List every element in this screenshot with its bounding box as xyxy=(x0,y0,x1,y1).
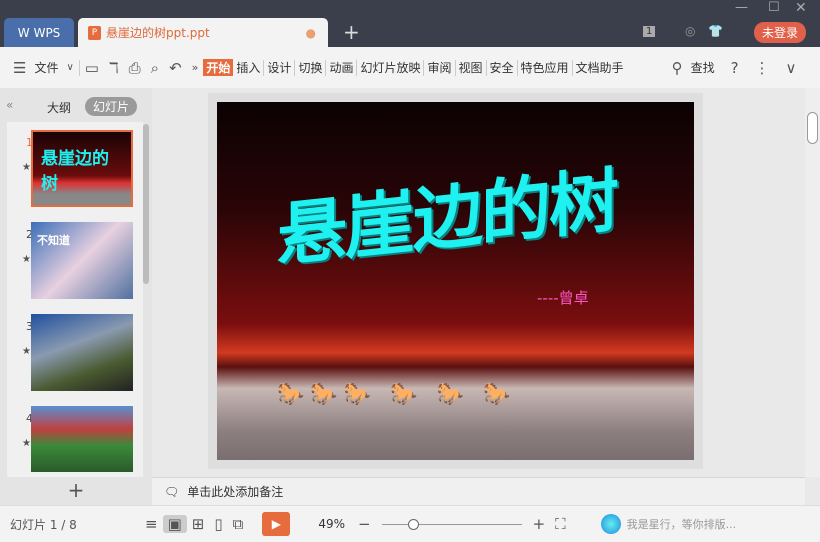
skin-icon[interactable]: ◎ xyxy=(685,24,695,38)
print-preview-icon[interactable]: ⌕ xyxy=(146,59,164,77)
search-button[interactable]: 查找 xyxy=(688,59,718,76)
thumbnail-list: 1 ★ 悬崖边的树 2 ★ 不知道 3 ★ 4 ★ xyxy=(7,122,143,477)
minimize-button[interactable]: — xyxy=(735,0,748,15)
presenter-icon[interactable]: ⧉ xyxy=(228,515,249,533)
tab-features[interactable]: 特色应用 xyxy=(518,59,572,76)
tab-doc-assistant[interactable]: 文档助手 xyxy=(573,59,627,76)
search-icon[interactable]: ⚲ xyxy=(667,59,688,77)
slide-sorter-icon[interactable]: ⊞ xyxy=(187,515,210,533)
tab-view[interactable]: 视图 xyxy=(456,59,486,76)
zoom-slider-handle[interactable] xyxy=(407,518,419,530)
zoom-in-button[interactable]: + xyxy=(528,515,551,533)
ribbon-toolbar: ☰ 文件 ∨ ▭ ℸ ⎙ ⌕ ↶ » 开始 插入 设计 切换 动画 幻灯片放映 审… xyxy=(0,47,820,88)
tab-home[interactable]: 开始 xyxy=(203,59,234,76)
window-count-badge[interactable]: 1 xyxy=(643,26,656,37)
star-icon: ★ xyxy=(22,438,31,449)
close-button[interactable]: ✕ xyxy=(795,0,807,16)
wps-home-tab[interactable]: W WPS xyxy=(4,18,74,47)
tab-design[interactable]: 设计 xyxy=(264,59,294,76)
zoom-slider[interactable] xyxy=(381,518,522,530)
new-tab-button[interactable]: + xyxy=(343,20,360,44)
panel-scrollbar[interactable] xyxy=(143,124,149,284)
menu-icon[interactable]: ☰ xyxy=(8,59,31,77)
maximize-button[interactable]: ☐ xyxy=(768,0,780,15)
slide-title[interactable]: 悬崖边的树 xyxy=(277,144,617,281)
star-icon: ★ xyxy=(22,162,31,173)
slide-thumbnail[interactable]: 不知道 xyxy=(31,222,133,299)
tab-transition[interactable]: 切换 xyxy=(295,59,325,76)
tab-insert[interactable]: 插入 xyxy=(233,59,263,76)
undo-icon[interactable]: ↶ xyxy=(164,59,187,77)
zoom-level[interactable]: 49% xyxy=(318,517,345,531)
notes-toggle-icon[interactable]: ≡ xyxy=(140,515,163,533)
collapse-ribbon-icon[interactable]: ∨ xyxy=(781,59,802,77)
assistant-icon[interactable] xyxy=(600,514,621,534)
scroll-thumb[interactable] xyxy=(807,112,818,144)
tab-slides[interactable]: 幻灯片 xyxy=(85,97,138,116)
notes-placeholder[interactable]: 单击此处添加备注 xyxy=(187,483,283,500)
help-button[interactable]: ? xyxy=(726,59,744,77)
tab-outline[interactable]: 大纲 xyxy=(47,99,71,116)
play-slideshow-button[interactable]: ▶ xyxy=(262,512,291,536)
more-icon[interactable]: » xyxy=(187,61,204,74)
slide-thumbnail[interactable]: 悬崖边的树 xyxy=(31,130,133,207)
slide-thumbnail[interactable] xyxy=(31,314,133,391)
document-tab[interactable]: P 悬崖边的树ppt.ppt ● xyxy=(78,18,328,47)
wps-logo-icon: W xyxy=(17,25,30,40)
normal-view-icon[interactable]: ▣ xyxy=(162,515,187,533)
star-icon: ★ xyxy=(22,254,31,265)
wps-label: WPS xyxy=(33,25,61,40)
slide-canvas[interactable]: 悬崖边的树 ----曾卓 🐎🐎🐎 🐎 🐎 🐎 xyxy=(217,102,694,460)
slide-panel: « 大纲 幻灯片 1 ★ 悬崖边的树 2 ★ 不知道 3 ★ 4 ★ xyxy=(0,88,152,477)
tab-animation[interactable]: 动画 xyxy=(326,59,356,76)
format-painter-icon[interactable]: ℸ xyxy=(104,59,124,77)
chevron-down-icon[interactable]: ∨ xyxy=(61,62,78,73)
file-menu[interactable]: 文件 xyxy=(31,59,61,76)
fit-window-icon[interactable]: ⛶ xyxy=(550,515,571,533)
shirt-icon[interactable]: 👕 xyxy=(708,24,723,38)
tab-security[interactable]: 安全 xyxy=(487,59,517,76)
horses-image: 🐎🐎🐎 🐎 🐎 🐎 xyxy=(277,382,517,407)
ppt-file-icon: P xyxy=(88,25,101,40)
login-button[interactable]: 未登录 xyxy=(754,22,807,43)
unsaved-dot-icon: ● xyxy=(305,25,316,40)
collapse-panel-icon[interactable]: « xyxy=(6,98,13,112)
document-tab-label: 悬崖边的树ppt.ppt xyxy=(106,26,210,40)
assistant-message[interactable]: 我是星行，等你排版... xyxy=(627,516,737,532)
tab-review[interactable]: 审阅 xyxy=(424,59,454,76)
zoom-out-button[interactable]: − xyxy=(353,515,376,533)
tab-slideshow[interactable]: 幻灯片放映 xyxy=(357,59,423,76)
title-bar: W WPS P 悬崖边的树ppt.ppt ● + — ☐ ✕ 1 ◎ 👕 未登录 xyxy=(0,0,820,47)
slide-thumbnail[interactable] xyxy=(31,406,133,472)
notes-bar[interactable]: 🗨 单击此处添加备注 xyxy=(152,477,805,505)
status-bar: 幻灯片 1 / 8 ≡ ▣ ⊞ ▯ ⧉ ▶ 49% − + ⛶ 我是星行，等你排… xyxy=(0,505,820,542)
slide-counter: 幻灯片 1 / 8 xyxy=(10,517,77,532)
print-icon[interactable]: ⎙ xyxy=(124,59,146,77)
vertical-scrollbar[interactable] xyxy=(805,88,820,477)
add-slide-button[interactable]: + xyxy=(0,477,152,505)
comment-icon: 🗨 xyxy=(164,484,180,499)
reading-view-icon[interactable]: ▯ xyxy=(209,515,227,533)
save-icon[interactable]: ▭ xyxy=(80,59,104,77)
star-icon: ★ xyxy=(22,346,31,357)
slide-author[interactable]: ----曾卓 xyxy=(537,287,589,308)
more-options-icon[interactable]: ⋮ xyxy=(750,59,775,77)
